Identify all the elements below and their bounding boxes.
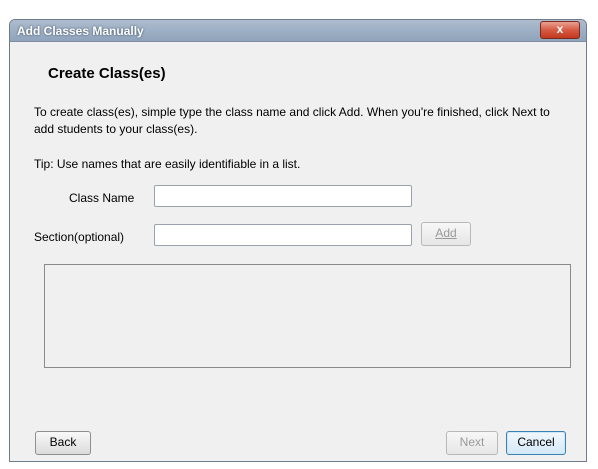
close-button[interactable]: x	[540, 21, 580, 39]
window-title: Add Classes Manually	[17, 24, 144, 38]
add-button[interactable]: Add	[421, 222, 471, 246]
description-text: To create class(es), simple type the cla…	[34, 105, 550, 136]
add-classes-dialog: Add Classes Manually x Create Class(es) …	[9, 19, 587, 462]
class-list[interactable]	[44, 264, 571, 368]
add-button-label: Add	[435, 226, 457, 240]
section-label: Section(optional)	[34, 230, 125, 244]
class-name-label: Class Name	[69, 191, 135, 205]
back-button[interactable]: Back	[35, 431, 91, 455]
page-title: Create Class(es)	[48, 65, 166, 82]
cancel-button[interactable]: Cancel	[506, 431, 566, 455]
tip-text: Tip: Use names that are easily identifia…	[34, 157, 301, 171]
title-bar[interactable]: Add Classes Manually x	[10, 20, 586, 42]
class-name-input[interactable]	[154, 185, 412, 207]
next-button[interactable]: Next	[446, 431, 498, 455]
section-input[interactable]	[154, 224, 412, 246]
